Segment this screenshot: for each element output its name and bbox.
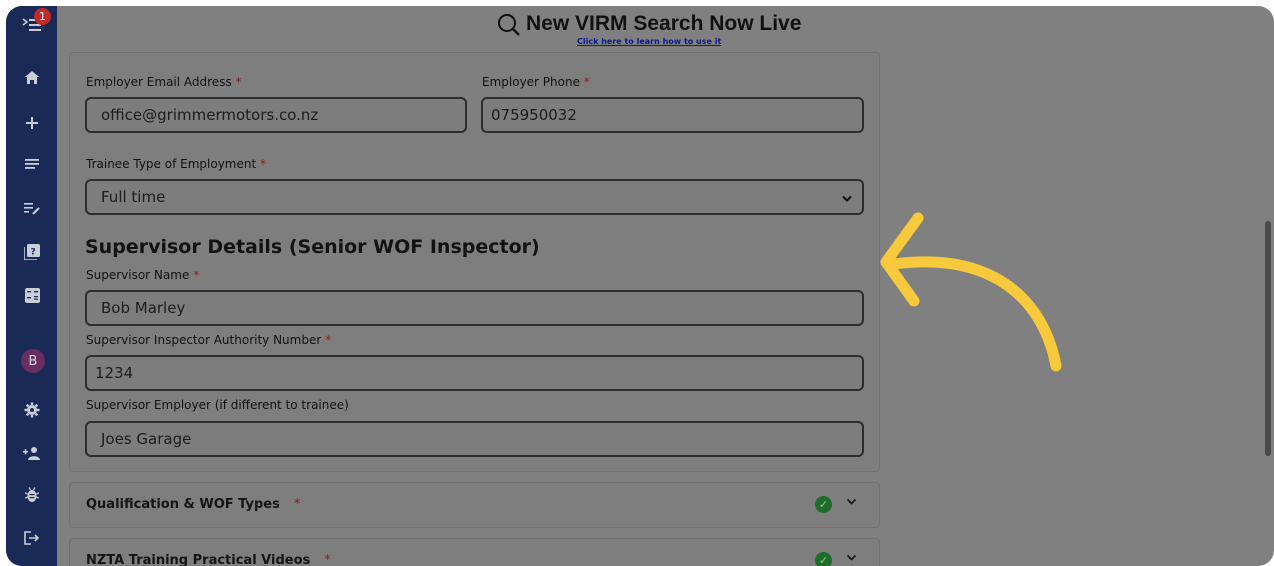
plus-icon[interactable]	[19, 110, 45, 136]
supervisor-authority-field[interactable]: 1234	[85, 355, 864, 391]
supervisor-authority-label: Supervisor Inspector Authority Number *	[86, 333, 332, 347]
settings-icon[interactable]	[19, 397, 45, 423]
employer-phone-label: Employer Phone *	[482, 75, 590, 89]
search-icon	[496, 12, 522, 42]
calculator-icon[interactable]	[19, 282, 45, 308]
accordion-title: Qualification & WOF Types *	[86, 497, 301, 512]
supervisor-section-title: Supervisor Details (Senior WOF Inspector…	[85, 236, 540, 258]
annotation-arrow-icon	[880, 212, 1062, 372]
user-avatar[interactable]: B	[21, 349, 45, 373]
employer-phone-field[interactable]: 075950032	[481, 97, 864, 133]
employer-email-field[interactable]: office@grimmermotors.co.nz	[85, 97, 467, 133]
banner-help-link[interactable]: Click here to learn how to use it	[577, 37, 721, 46]
supervisor-name-field[interactable]: Bob Marley	[85, 290, 864, 326]
chevron-down-icon[interactable]	[846, 551, 857, 566]
home-icon[interactable]	[19, 64, 45, 90]
employment-type-value: Full time	[101, 188, 166, 206]
accordion-qualification[interactable]: Qualification & WOF Types * ✓	[69, 482, 880, 528]
supervisor-employer-label: Supervisor Employer (if different to tra…	[86, 398, 349, 412]
employment-type-label: Trainee Type of Employment *	[86, 157, 267, 171]
logout-icon[interactable]	[19, 525, 45, 551]
supervisor-name-label: Supervisor Name *	[86, 268, 200, 282]
list-icon[interactable]	[19, 151, 45, 177]
accordion-title: NZTA Training Practical Videos *	[86, 553, 331, 566]
employer-email-label: Employer Email Address *	[86, 75, 242, 89]
announcement-banner: New VIRM Search Now Live Click here to l…	[496, 12, 802, 46]
bug-icon[interactable]	[19, 482, 45, 508]
check-circle-icon: ✓	[815, 496, 832, 513]
svg-text:?: ?	[31, 248, 36, 258]
add-user-icon[interactable]	[19, 440, 45, 466]
banner-title: New VIRM Search Now Live	[526, 12, 802, 35]
notification-badge: 1	[34, 8, 51, 25]
sidebar: 1 ? B	[6, 6, 57, 566]
supervisor-employer-field[interactable]: Joes Garage	[85, 421, 864, 457]
chevron-down-icon[interactable]	[846, 495, 857, 510]
edit-list-icon[interactable]	[19, 195, 45, 221]
quiz-icon[interactable]: ?	[19, 239, 45, 265]
app-window: 1 ? B New VIRM Search Now Live Click her…	[6, 6, 1274, 566]
scrollbar[interactable]	[1265, 221, 1271, 456]
chevron-down-icon	[842, 192, 852, 207]
employment-type-select[interactable]: Full time	[85, 179, 864, 215]
accordion-training-videos[interactable]: NZTA Training Practical Videos * ✓	[69, 538, 880, 566]
check-circle-icon: ✓	[815, 552, 832, 566]
